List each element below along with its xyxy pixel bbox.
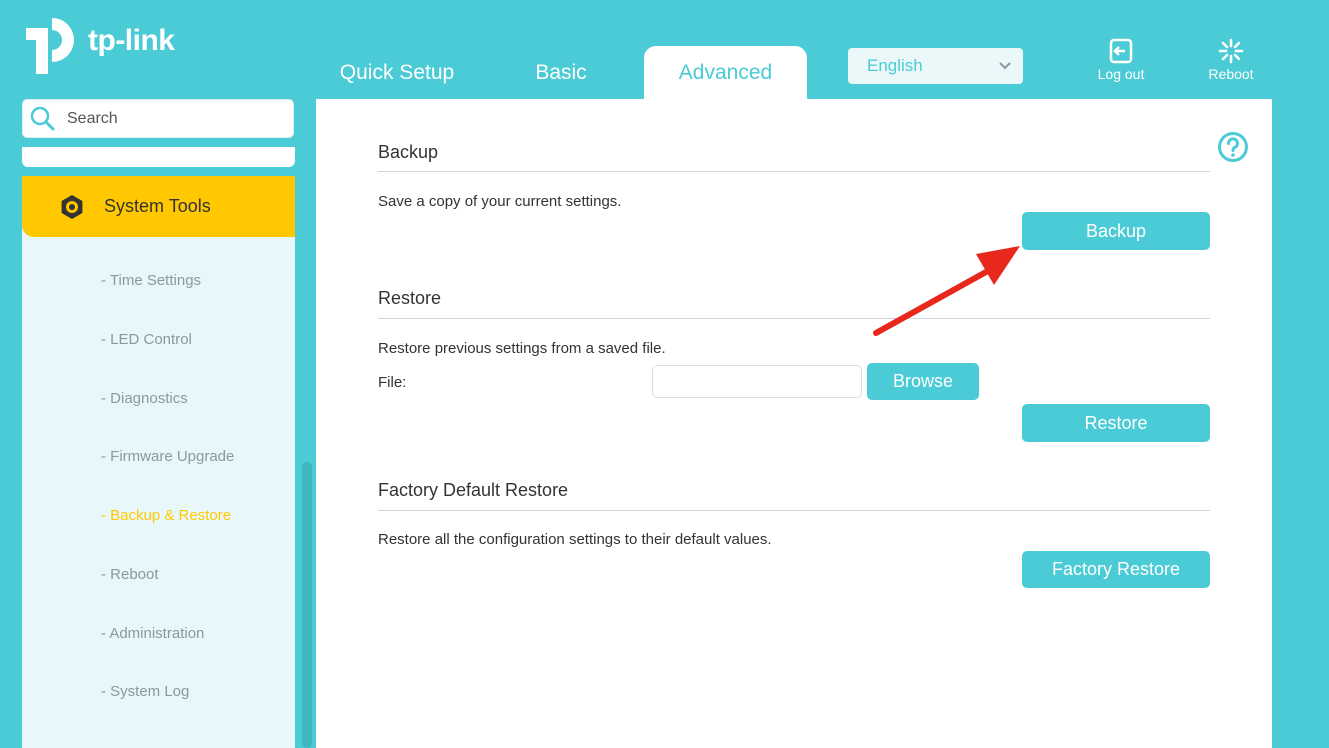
file-label: File: [378,374,407,391]
sidebar-item-led-control[interactable]: - LED Control [101,331,192,348]
sidebar-active-label: System Tools [104,196,211,216]
factory-divider [378,510,1210,511]
sidebar-item-diagnostics[interactable]: - Diagnostics [101,390,188,407]
logout-icon [1109,38,1133,64]
backup-button[interactable]: Backup [1022,212,1210,250]
factory-description: Restore all the configuration settings t… [378,531,772,548]
annotation-arrow-icon [873,246,1020,336]
reboot-label: Reboot [1208,66,1254,82]
brand-name: tp-link [88,24,175,57]
sidebar-item-system-log[interactable]: - System Log [101,683,189,700]
sidebar-item-firmware-upgrade[interactable]: - Firmware Upgrade [101,448,234,465]
tp-link-logo: tp-link [22,14,175,76]
tab-quick-setup[interactable]: Quick Setup [322,46,472,99]
reboot-button[interactable]: Reboot [1196,38,1266,82]
restore-button[interactable]: Restore [1022,404,1210,442]
factory-restore-button[interactable]: Factory Restore [1022,551,1210,588]
language-selected: English [867,56,923,75]
sidebar-scrollbar[interactable] [302,462,312,748]
reboot-icon [1218,38,1244,64]
sidebar-item-administration[interactable]: - Administration [101,625,204,642]
sidebar-item-system-tools[interactable]: System Tools [22,176,295,237]
search-input[interactable] [67,109,267,128]
gear-icon [61,194,83,219]
backup-divider [378,171,1210,172]
search-box[interactable] [22,99,294,138]
sidebar-previous-section [22,147,295,167]
restore-section-title: Restore [378,288,442,308]
tab-basic[interactable]: Basic [500,46,622,99]
tp-link-logo-icon [26,18,74,74]
backup-section-title: Backup [378,142,439,162]
logout-label: Log out [1097,66,1145,82]
help-icon[interactable] [1217,131,1249,163]
logout-button[interactable]: Log out [1086,38,1156,82]
tab-advanced[interactable]: Advanced [644,46,807,99]
sidebar-item-time-settings[interactable]: - Time Settings [101,272,201,289]
browse-button[interactable]: Browse [867,363,979,400]
restore-divider [378,318,1210,319]
chevron-down-icon [999,62,1011,70]
search-icon [30,106,55,130]
file-path-field[interactable] [652,365,862,398]
language-select[interactable]: English [848,48,1023,84]
factory-section-title: Factory Default Restore [378,480,569,500]
sidebar-item-backup-restore[interactable]: - Backup & Restore [101,507,231,524]
backup-description: Save a copy of your current settings. [378,193,622,210]
sidebar-item-reboot[interactable]: - Reboot [101,566,159,583]
restore-description: Restore previous settings from a saved f… [378,340,666,357]
